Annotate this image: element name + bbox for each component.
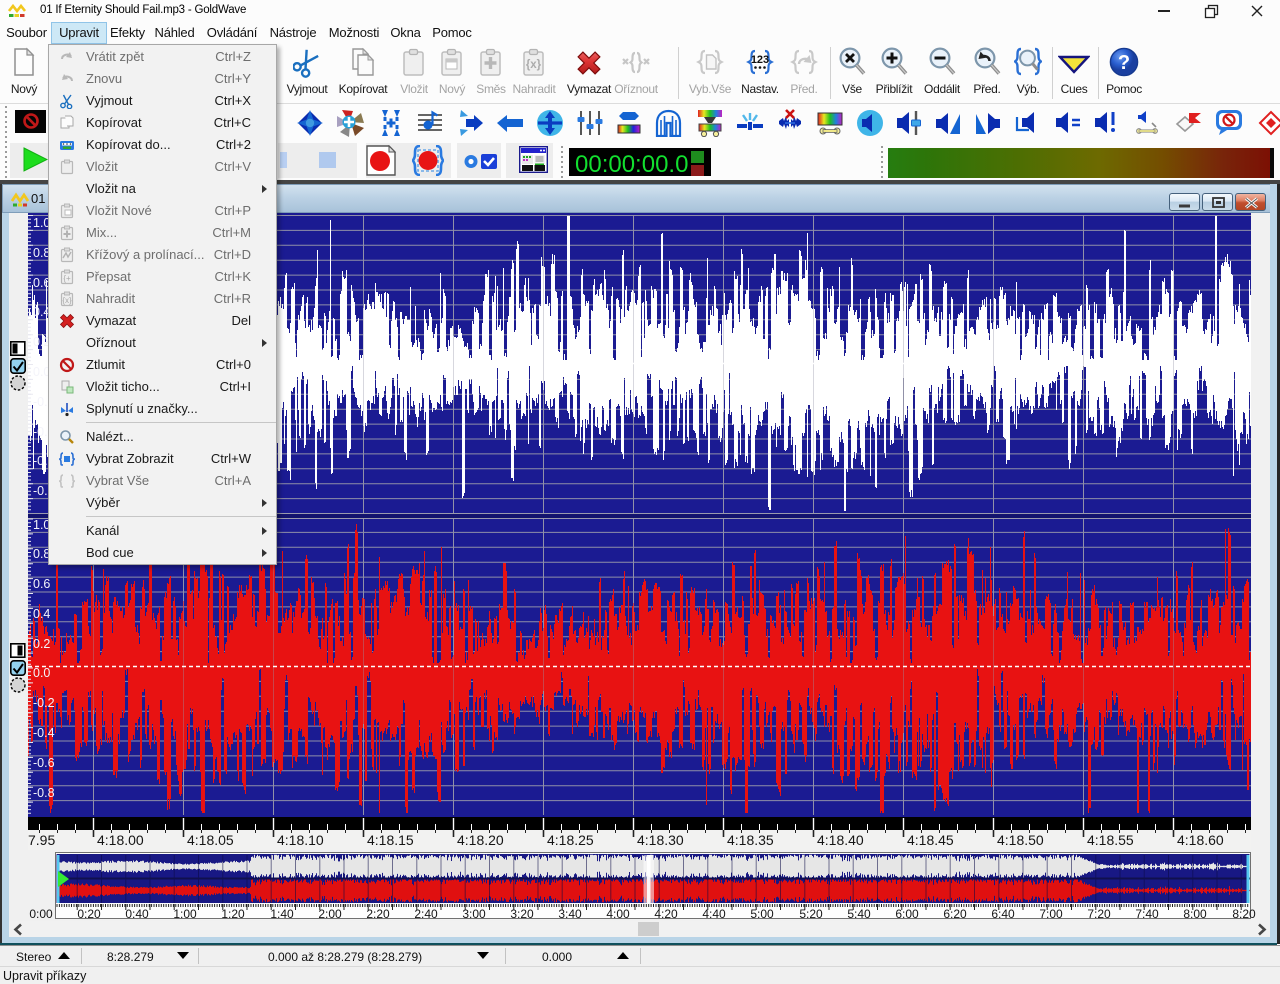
svg-text:{+: {+	[63, 274, 71, 283]
svg-text:{x}: {x}	[62, 296, 72, 305]
